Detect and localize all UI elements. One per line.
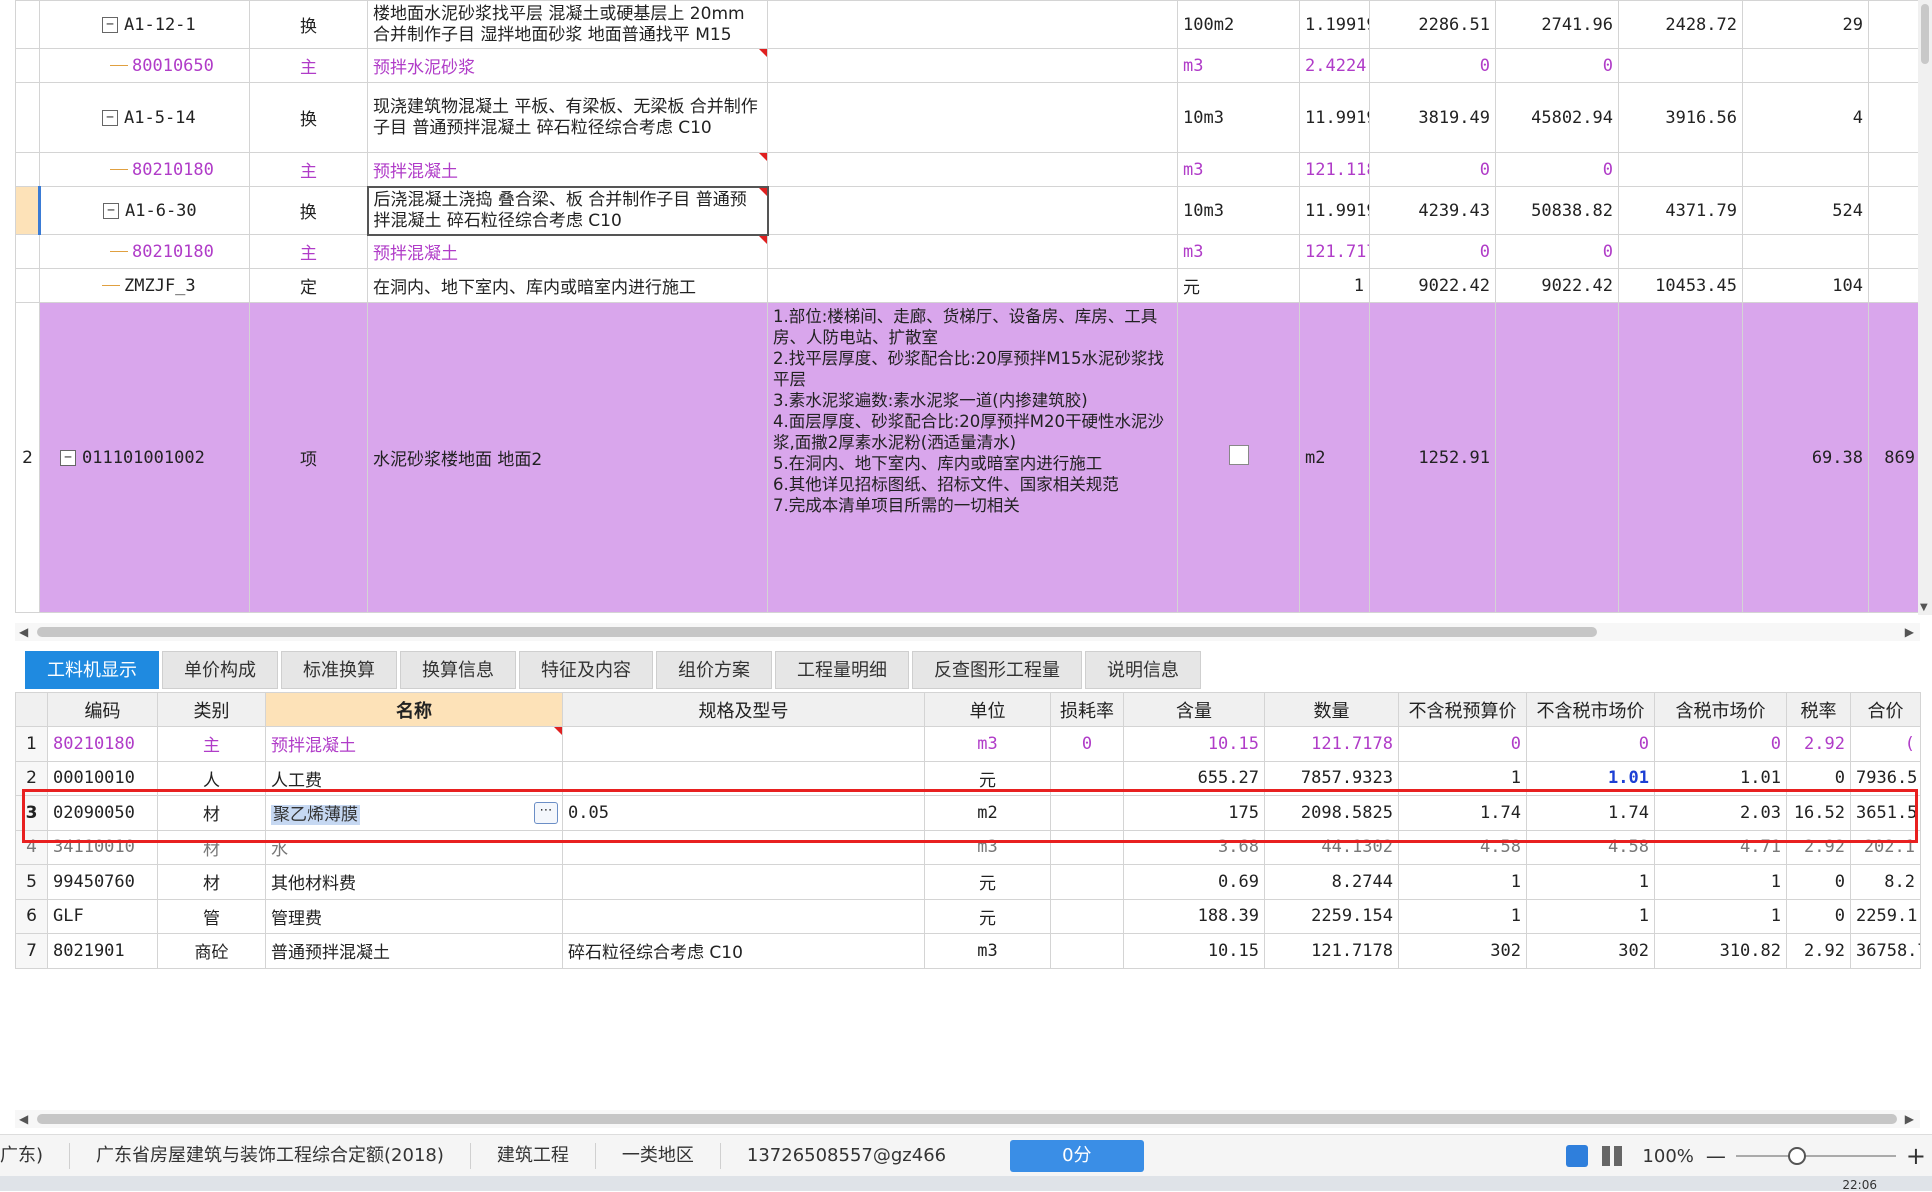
zoom-slider[interactable] bbox=[1735, 1147, 1896, 1165]
column-header[interactable]: 规格及型号 bbox=[562, 692, 925, 727]
status-bar: 广东) 广东省房屋建筑与装饰工程综合定额(2018) 建筑工程 一类地区 137… bbox=[0, 1134, 1932, 1177]
scroll-right-icon[interactable]: ▶ bbox=[1905, 1110, 1914, 1128]
table-row-selected[interactable]: 3 02090050 材 聚乙烯薄膜 ⋯ 0.05 m2 175 2098.582… bbox=[15, 795, 1921, 831]
table-row-bill-item[interactable]: 2 −011101001002 项 水泥砂浆楼地面 地面2 1.部位:楼梯间、走… bbox=[15, 302, 1921, 613]
scrollbar-thumb[interactable] bbox=[37, 1114, 1897, 1124]
table-row[interactable]: 2 00010010 人 人工费 元 655.27 7857.9323 1 1.… bbox=[15, 760, 1921, 796]
collapse-icon[interactable]: − bbox=[102, 109, 118, 126]
zoom-in-icon[interactable]: + bbox=[1906, 1142, 1926, 1170]
table-row[interactable]: 5 99450760 材 其他材料费 元 0.69 8.2744 1 1 1 0… bbox=[15, 864, 1921, 900]
table-row[interactable]: 6 GLF 管 管理费 元 188.39 2259.154 1 1 1 0 22… bbox=[15, 898, 1921, 934]
column-header[interactable]: 含税市场价 bbox=[1654, 692, 1787, 727]
table-row[interactable]: 7 8021901 商砼 普通预拌混凝土 碎石粒径综合考虑 C10 m3 10.… bbox=[15, 933, 1921, 969]
scrollbar-thumb[interactable] bbox=[37, 627, 1597, 637]
resources-grid: 编码 类别 名称 规格及型号 单位 损耗率 含量 数量 不含税预算价 不含税市场… bbox=[15, 692, 1921, 969]
top-grid-area: − A1-12-1 换 楼地面水泥砂浆找平层 混凝土或硬基层上 20mm 合并制作… bbox=[0, 0, 1932, 615]
tab-graphic-quantity[interactable]: 反查图形工程量 bbox=[912, 651, 1082, 689]
note-marker-icon bbox=[759, 235, 767, 244]
horizontal-scrollbar-bottom[interactable]: ◀ ▶ bbox=[15, 1110, 1920, 1128]
table-row[interactable]: 80210180 主 预拌混凝土 m3 121.1182 0 0 bbox=[15, 152, 1921, 187]
column-header[interactable]: 单位 bbox=[924, 692, 1051, 727]
account-label: 13726508557@gz466 bbox=[746, 1145, 947, 1166]
tab-features[interactable]: 特征及内容 bbox=[519, 651, 653, 689]
table-row[interactable]: 4 34110010 材 水 m3 3.68 44.1302 4.58 4.58… bbox=[15, 829, 1921, 865]
collapse-icon[interactable]: − bbox=[102, 16, 118, 33]
table-row[interactable]: − A1-5-14 换 现浇建筑物混凝土 平板、有梁板、无梁板 合并制作子目 普通… bbox=[15, 82, 1921, 153]
note-marker-icon bbox=[554, 727, 562, 735]
table-row[interactable]: − A1-12-1 换 楼地面水泥砂浆找平层 混凝土或硬基层上 20mm 合并制作… bbox=[15, 0, 1921, 49]
table-row[interactable]: 80210180 主 预拌混凝土 m3 121.7178 0 0 bbox=[15, 234, 1921, 269]
column-header[interactable]: 含量 bbox=[1123, 692, 1265, 727]
column-header[interactable]: 数量 bbox=[1264, 692, 1399, 727]
tab-standard-conversion[interactable]: 标准换算 bbox=[281, 651, 397, 689]
region-label: 广东) bbox=[0, 1143, 71, 1169]
name-edit-cell[interactable]: 聚乙烯薄膜 ⋯ bbox=[265, 795, 563, 831]
clock: 22:06 bbox=[1842, 1178, 1877, 1192]
scroll-left-icon[interactable]: ◀ bbox=[19, 623, 28, 641]
column-header[interactable]: 不含税市场价 bbox=[1526, 692, 1655, 727]
vertical-scrollbar[interactable]: ▼ bbox=[1918, 0, 1932, 615]
note-marker-icon bbox=[759, 153, 767, 161]
table-row[interactable]: 1 80210180 主 预拌混凝土 m3 0 10.15 121.7178 0… bbox=[15, 726, 1921, 762]
zoom-level: 100% bbox=[1642, 1145, 1694, 1167]
table-header: 编码 类别 名称 规格及型号 单位 损耗率 含量 数量 不含税预算价 不含税市场… bbox=[15, 692, 1921, 727]
tab-description[interactable]: 说明信息 bbox=[1085, 651, 1201, 689]
detail-tabs: 工料机显示 单价构成 标准换算 换算信息 特征及内容 组价方案 工程量明细 反查… bbox=[25, 651, 1204, 691]
zoom-out-icon[interactable]: — bbox=[1706, 1144, 1726, 1168]
tab-unit-price[interactable]: 单价构成 bbox=[162, 651, 278, 689]
quota-label: 广东省房屋建筑与装饰工程综合定额(2018) bbox=[70, 1143, 471, 1169]
column-header[interactable]: 类别 bbox=[157, 692, 266, 727]
taskbar bbox=[0, 1176, 1932, 1191]
checkbox[interactable] bbox=[1228, 445, 1249, 465]
name-input[interactable]: 聚乙烯薄膜 bbox=[271, 805, 360, 826]
collapse-icon[interactable]: − bbox=[103, 202, 119, 219]
scrollbar-thumb[interactable] bbox=[1921, 4, 1929, 64]
bill-items-grid: − A1-12-1 换 楼地面水泥砂浆找平层 混凝土或硬基层上 20mm 合并制作… bbox=[15, 0, 1921, 613]
column-header[interactable]: 名称 bbox=[265, 692, 563, 727]
tab-pricing-plan[interactable]: 组价方案 bbox=[656, 651, 772, 689]
tab-conversion-info[interactable]: 换算信息 bbox=[400, 651, 516, 689]
layout-single-icon[interactable] bbox=[1566, 1145, 1589, 1167]
scroll-right-icon[interactable]: ▶ bbox=[1905, 623, 1914, 641]
zoom-slider-handle[interactable] bbox=[1787, 1147, 1806, 1165]
more-options-button[interactable]: ⋯ bbox=[534, 802, 558, 824]
zoom-controls: 100% — + bbox=[1566, 1135, 1932, 1177]
tab-quantity-detail[interactable]: 工程量明细 bbox=[775, 651, 909, 689]
table-row[interactable]: ZMZJF_3 定 在洞内、地下室内、库内或暗室内进行施工 元 1 9022.4… bbox=[15, 268, 1921, 303]
table-row-selected[interactable]: − A1-6-30 换 后浇混凝土浇捣 叠合梁、板 合并制作子目 普通预拌混凝土 … bbox=[15, 185, 1921, 236]
area-label: 一类地区 bbox=[596, 1143, 721, 1169]
note-marker-icon bbox=[759, 49, 767, 57]
horizontal-scrollbar-top[interactable]: ◀ ▶ bbox=[15, 623, 1920, 641]
tab-resources[interactable]: 工料机显示 bbox=[25, 651, 159, 689]
column-header[interactable]: 损耗率 bbox=[1050, 692, 1124, 727]
column-header[interactable]: 编码 bbox=[47, 692, 158, 727]
collapse-icon[interactable]: − bbox=[60, 449, 76, 466]
project-type-label: 建筑工程 bbox=[471, 1143, 596, 1169]
column-header[interactable]: 不含税预算价 bbox=[1398, 692, 1527, 727]
column-header[interactable]: 合价 bbox=[1850, 692, 1921, 727]
column-header[interactable]: 税率 bbox=[1786, 692, 1851, 727]
layout-split-icon[interactable] bbox=[1602, 1146, 1623, 1166]
note-marker-icon bbox=[758, 188, 766, 196]
score-button[interactable]: 0分 bbox=[1010, 1140, 1144, 1172]
scroll-left-icon[interactable]: ◀ bbox=[19, 1110, 28, 1128]
table-row[interactable]: 80010650 主 预拌水泥砂浆 m3 2.4224 0 0 bbox=[15, 48, 1921, 83]
scroll-down-icon[interactable]: ▼ bbox=[1920, 602, 1928, 613]
item-code-cell[interactable]: − A1-12-1 bbox=[39, 0, 250, 49]
